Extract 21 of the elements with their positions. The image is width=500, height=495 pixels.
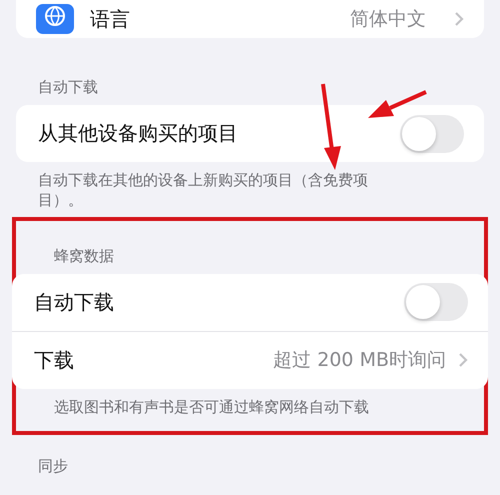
row-label: 从其他设备购买的项目: [38, 120, 239, 147]
globe-icon: [36, 4, 74, 34]
section-footer: 自动下载在其他的设备上新购买的项目（含免费项目）。: [38, 170, 400, 210]
row-label: 自动下载: [34, 288, 115, 316]
row-value: 简体中文: [350, 7, 426, 32]
toggle-row[interactable]: 从其他设备购买的项目: [16, 105, 484, 162]
section-header: 自动下载: [38, 78, 98, 97]
chevron-icon: [454, 11, 464, 27]
section-header: 同步: [38, 456, 68, 476]
toggle-row[interactable]: 自动下载: [12, 274, 488, 330]
section-footer: 选取图书和有声书是否可通过蜂窝网络自动下载: [54, 396, 384, 417]
arrow-drawing: [368, 90, 427, 118]
row-label: 下载: [34, 346, 75, 374]
language-row[interactable]: 语言 简体中文: [16, 0, 484, 38]
link-row[interactable]: 下载 超过 200 MB时询问: [12, 330, 488, 388]
chevron-icon: [458, 352, 468, 368]
row-label: 语言: [90, 6, 131, 32]
toggle-switch[interactable]: [400, 114, 464, 152]
section-header: 蜂窝数据: [54, 246, 114, 266]
toggle-switch[interactable]: [404, 283, 468, 321]
row-value: 超过 200 MB时询问: [273, 348, 446, 373]
